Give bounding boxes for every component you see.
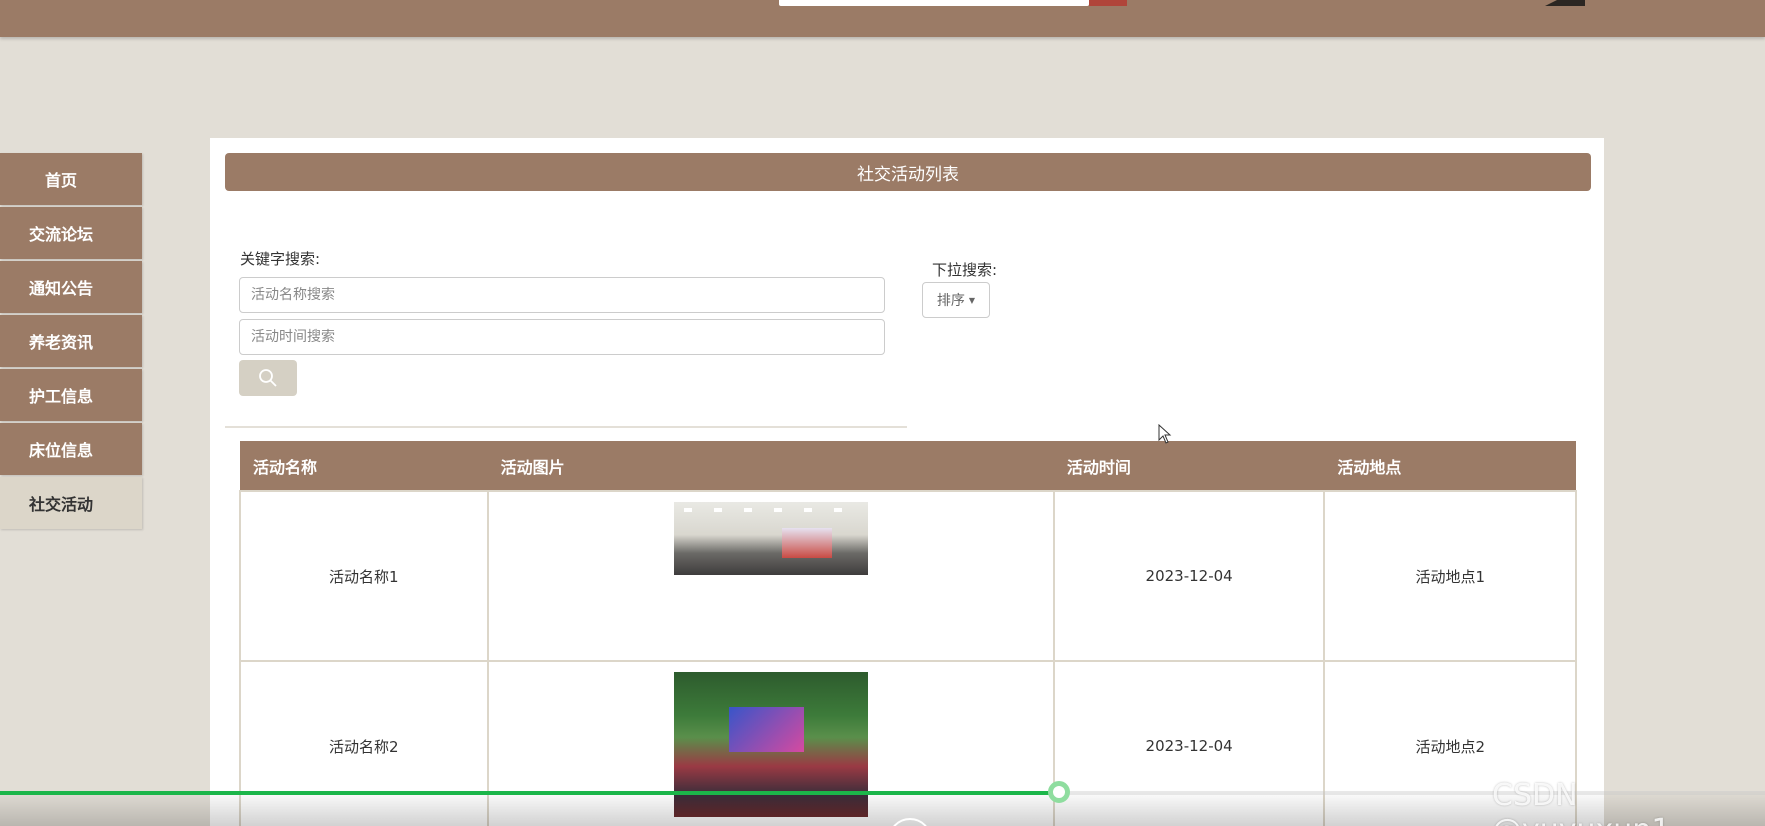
- column-header: 活动名称: [240, 441, 488, 491]
- keyword-search-label: 关键字搜索:: [240, 250, 321, 268]
- avatar[interactable]: [1545, 0, 1585, 6]
- search-button[interactable]: [239, 360, 297, 396]
- activity-name-cell: 活动名称1: [239, 490, 489, 662]
- activity-name-search-input[interactable]: [239, 277, 885, 313]
- search-icon: [259, 369, 277, 387]
- sidebar-item-caregiver[interactable]: 护工信息: [0, 369, 142, 421]
- top-bar: [0, 0, 1765, 37]
- activity-image-cell: [486, 490, 1055, 662]
- activity-image[interactable]: [673, 502, 868, 575]
- main-panel: 社交活动列表 关键字搜索: 下拉搜索: 排序 ▼ 活动名称 活动图片 活动时间 …: [210, 138, 1604, 826]
- watermark: CSDN @yuyuxun1: [1492, 778, 1670, 826]
- video-progress-handle[interactable]: [1048, 781, 1070, 803]
- activity-place-cell: 活动地点1: [1323, 490, 1577, 662]
- sidebar-item-notice[interactable]: 通知公告: [0, 261, 142, 313]
- sidebar-item-bed[interactable]: 床位信息: [0, 423, 142, 475]
- table-row[interactable]: 活动名称1 2023-12-04 活动地点1: [239, 490, 1577, 662]
- column-header: 活动图片: [487, 441, 1054, 491]
- sidebar-item-forum[interactable]: 交流论坛: [0, 207, 142, 259]
- sidebar: 首页 交流论坛 通知公告 养老资讯 护工信息 床位信息 社交活动: [0, 153, 142, 531]
- mouse-cursor-icon: [1158, 424, 1172, 444]
- page-title: 社交活动列表: [225, 153, 1591, 191]
- activity-table: 活动名称 活动图片 活动时间 活动地点 活动名称1 2023-12-04 活动地…: [239, 441, 1577, 826]
- sidebar-item-news[interactable]: 养老资讯: [0, 315, 142, 367]
- table-header-row: 活动名称 活动图片 活动时间 活动地点: [240, 441, 1576, 491]
- sidebar-item-home[interactable]: 首页: [0, 153, 142, 205]
- sort-label: 排序: [936, 293, 965, 309]
- dropdown-search-label: 下拉搜索:: [932, 261, 998, 279]
- top-search-input[interactable]: [779, 0, 1089, 6]
- video-progress-fill: [0, 791, 1059, 795]
- activity-time-search-input[interactable]: [239, 319, 885, 355]
- divider: [225, 426, 907, 428]
- sidebar-item-social-activity[interactable]: 社交活动: [0, 477, 142, 529]
- top-search-button[interactable]: [1089, 0, 1127, 6]
- caret-down-icon: ▼: [968, 295, 976, 305]
- column-header: 活动时间: [1053, 441, 1325, 491]
- column-header: 活动地点: [1324, 441, 1576, 491]
- sort-dropdown[interactable]: 排序 ▼: [922, 282, 990, 318]
- activity-time-cell: 2023-12-04: [1052, 490, 1326, 662]
